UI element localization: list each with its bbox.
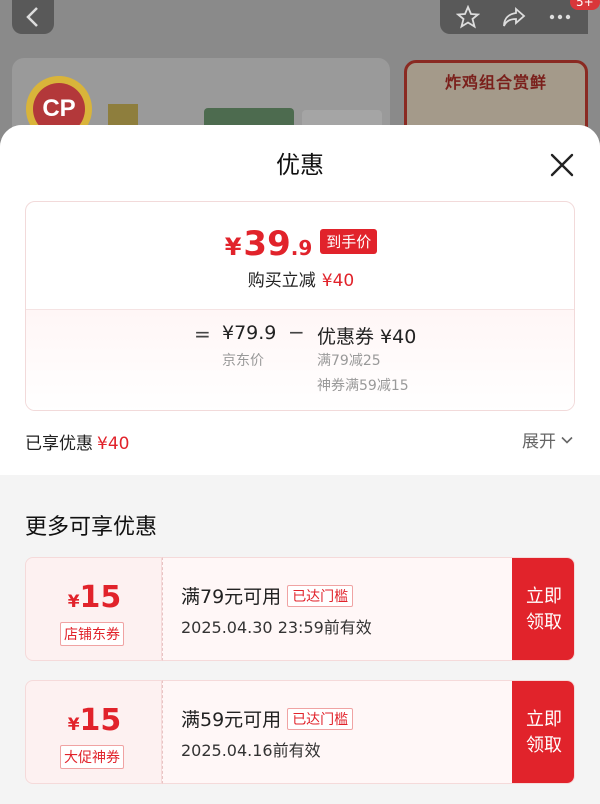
enjoyed-value: ¥40 xyxy=(97,434,130,454)
instant-discount-value: ¥40 xyxy=(321,271,355,291)
coupon-value: 15 xyxy=(79,703,122,738)
claim-coupon-button[interactable]: 立即领取 xyxy=(512,558,574,660)
cart-badge: 5+ xyxy=(570,0,600,10)
coupon-detail: 满79减25 xyxy=(317,353,381,369)
coupon-card: ¥15 店铺东券 满79元可用 已达门槛 2025.04.30 23:59前有效… xyxy=(25,557,575,661)
enjoyed-discount: 已享优惠 ¥40 xyxy=(25,429,129,454)
enjoyed-label: 已享优惠 xyxy=(25,434,93,454)
threshold-reached-badge: 已达门槛 xyxy=(287,584,354,607)
jd-price: ¥79.9 xyxy=(222,322,277,344)
claim-button-label: 立即领取 xyxy=(526,709,562,756)
final-price: ¥ 39 .9 到手价 xyxy=(26,224,574,264)
threshold-reached-badge: 已达门槛 xyxy=(287,707,354,730)
chevron-left-icon xyxy=(26,7,38,27)
sheet-top-section: 优惠 ¥ 39 .9 到手价 购买立减 ¥40 = ¥79.9 京东价 − 优惠… xyxy=(0,125,600,475)
claim-coupon-button[interactable]: 立即领取 xyxy=(512,681,574,783)
minus-sign: − xyxy=(288,320,305,344)
star-icon[interactable] xyxy=(456,5,481,29)
coupon-amount: ¥15 xyxy=(26,580,163,615)
claim-button-label: 立即领取 xyxy=(526,586,562,633)
product-header: 5+ xyxy=(0,0,600,50)
product-card-title: 炸鸡组合赏鲜 xyxy=(444,73,547,92)
back-button[interactable] xyxy=(12,0,54,34)
header-actions xyxy=(440,0,588,34)
instant-discount-label: 购买立减 xyxy=(247,271,316,291)
final-price-tag: 到手价 xyxy=(320,229,378,254)
more-discounts-title: 更多可享优惠 xyxy=(25,515,158,540)
coupon-currency: ¥ xyxy=(67,715,80,735)
jd-price-label: 京东价 xyxy=(222,353,264,369)
close-icon xyxy=(550,153,574,177)
price-decimal: .9 xyxy=(290,236,313,260)
coupon-info-section: 满59元可用 已达门槛 2025.04.16前有效 立即领取 xyxy=(162,680,575,784)
price-currency: ¥ xyxy=(224,233,242,261)
more-icon[interactable] xyxy=(548,13,572,21)
sheet-title: 优惠 xyxy=(276,151,324,179)
coupon-value: 15 xyxy=(79,580,122,615)
coupon-info-section: 满79元可用 已达门槛 2025.04.30 23:59前有效 立即领取 xyxy=(162,557,575,661)
expand-label: 展开 xyxy=(522,432,556,452)
equals-sign: = xyxy=(194,322,211,346)
coupon-condition-text: 满79元可用 xyxy=(181,586,282,608)
expand-button[interactable]: 展开 xyxy=(522,427,574,452)
price-summary-card: ¥ 39 .9 到手价 购买立减 ¥40 = ¥79.9 京东价 − 优惠券 ¥4… xyxy=(25,201,575,411)
final-price-section: ¥ 39 .9 到手价 购买立减 ¥40 xyxy=(26,202,574,310)
price-integer: 39 xyxy=(243,224,291,264)
coupon-currency: ¥ xyxy=(67,592,80,612)
coupon-condition: 满59元可用 已达门槛 xyxy=(181,705,354,732)
price-calculation: = ¥79.9 京东价 − 优惠券 ¥40 满79减25 神券满59减15 xyxy=(26,310,574,410)
coupon-type-badge: 大促神券 xyxy=(60,745,124,769)
coupon-type-badge: 店铺东券 xyxy=(60,622,124,646)
coupon-validity: 2025.04.16前有效 xyxy=(181,741,321,760)
chevron-down-icon xyxy=(561,436,573,444)
coupon-total: 优惠券 ¥40 xyxy=(317,326,417,348)
coupon-detail: 神券满59减15 xyxy=(317,378,409,394)
coupon-amount: ¥15 xyxy=(26,703,163,738)
coupon-condition: 满79元可用 已达门槛 xyxy=(181,582,354,609)
coupon-value-section: ¥15 店铺东券 xyxy=(25,557,162,661)
discount-sheet: 优惠 ¥ 39 .9 到手价 购买立减 ¥40 = ¥79.9 京东价 − 优惠… xyxy=(0,125,600,804)
coupon-value-section: ¥15 大促神券 xyxy=(25,680,162,784)
coupon-condition-text: 满59元可用 xyxy=(181,709,282,731)
coupon-validity: 2025.04.30 23:59前有效 xyxy=(181,618,372,637)
share-icon[interactable] xyxy=(501,5,527,29)
close-button[interactable] xyxy=(544,147,580,183)
coupon-card: ¥15 大促神券 满59元可用 已达门槛 2025.04.16前有效 立即领取 xyxy=(25,680,575,784)
instant-discount: 购买立减 ¥40 xyxy=(26,266,574,291)
